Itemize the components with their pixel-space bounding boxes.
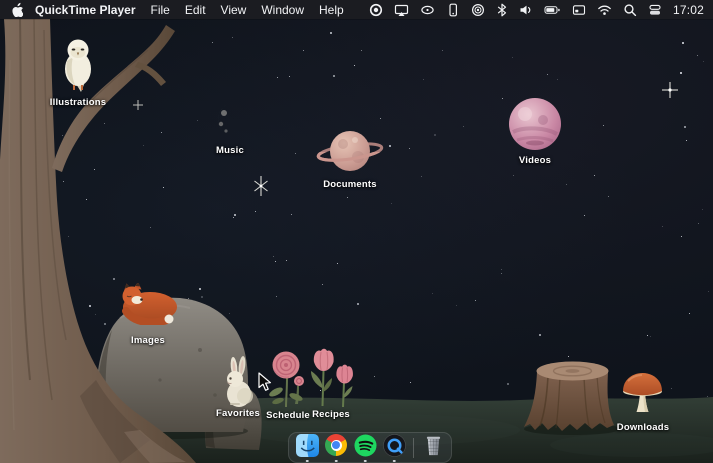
search-icon[interactable] <box>623 0 637 19</box>
mouse-cursor <box>258 372 271 391</box>
desktop-item-music[interactable]: Music <box>204 100 256 156</box>
quicktime-icon <box>382 434 406 457</box>
dock-quicktime[interactable] <box>382 433 406 462</box>
desktop-item-illustrations[interactable]: Illustrations <box>48 36 108 108</box>
control-center-icon[interactable] <box>648 0 662 19</box>
item-label: Documents <box>323 179 377 190</box>
item-label: Recipes <box>312 409 350 420</box>
webcam-icon[interactable] <box>471 0 485 19</box>
desktop-item-documents[interactable]: Documents <box>315 126 385 190</box>
menu-bar-clock[interactable]: 17:02 <box>673 3 704 17</box>
menu-file[interactable]: File <box>151 3 170 17</box>
mouse-icon[interactable] <box>420 0 435 19</box>
item-label: Videos <box>518 155 552 166</box>
menu-view[interactable]: View <box>221 3 247 17</box>
desktop-item-videos[interactable]: Videos <box>505 96 565 166</box>
mushroom-icon <box>623 373 662 412</box>
spotify-icon <box>353 434 377 457</box>
desktop-item-favorites[interactable]: Favorites <box>215 356 261 419</box>
desktop-item-images[interactable]: Images <box>116 283 180 346</box>
running-indicator <box>363 459 367 462</box>
crescent-moon-icon <box>217 102 236 138</box>
pink-planet-icon <box>509 98 561 150</box>
apple-logo-icon[interactable] <box>10 0 23 19</box>
tree-stump <box>524 372 614 431</box>
dock-trash[interactable] <box>421 433 445 462</box>
menu-help[interactable]: Help <box>319 3 344 17</box>
running-indicator <box>334 459 338 462</box>
dock-finder[interactable] <box>295 433 319 462</box>
trash-icon <box>426 436 440 456</box>
rabbit-icon <box>227 356 253 407</box>
input-source-icon[interactable] <box>572 0 586 19</box>
desktop: QuickTime Player File Edit View Window H… <box>0 0 713 463</box>
screen-mirroring-icon[interactable] <box>394 0 409 19</box>
running-indicator <box>305 459 309 462</box>
sparkle-icon <box>133 100 143 110</box>
owl-icon <box>65 39 91 92</box>
item-label: Downloads <box>616 422 670 433</box>
tulips-icon <box>311 348 353 408</box>
finder-icon <box>295 434 319 457</box>
menu-edit[interactable]: Edit <box>185 3 206 17</box>
active-app-name[interactable]: QuickTime Player <box>35 3 136 17</box>
item-label: Images <box>131 335 165 346</box>
dock-separator <box>413 437 414 458</box>
battery-icon[interactable] <box>544 0 561 19</box>
chrome-icon <box>325 434 347 456</box>
ringed-planet-icon <box>316 131 384 171</box>
item-label: Music <box>216 145 244 156</box>
iphone-icon[interactable] <box>446 0 460 19</box>
desktop-item-recipes[interactable]: Recipes <box>303 348 359 420</box>
bluetooth-icon[interactable] <box>496 0 508 19</box>
dock-spotify[interactable] <box>353 433 377 462</box>
wifi-icon[interactable] <box>597 0 612 19</box>
running-indicator <box>392 459 396 462</box>
sparkle-icon <box>254 176 268 196</box>
sparkle-icon <box>662 82 678 98</box>
dock <box>288 432 452 463</box>
sleeping-fox-icon <box>122 283 177 325</box>
volume-icon[interactable] <box>519 0 533 19</box>
menu-bar: QuickTime Player File Edit View Window H… <box>0 0 713 19</box>
item-label: Illustrations <box>49 97 107 108</box>
dock-chrome[interactable] <box>324 433 348 462</box>
screen-record-icon[interactable] <box>369 0 383 19</box>
desktop-item-downloads[interactable]: Downloads <box>616 372 670 433</box>
menu-window[interactable]: Window <box>261 3 304 17</box>
item-label: Favorites <box>215 408 261 419</box>
